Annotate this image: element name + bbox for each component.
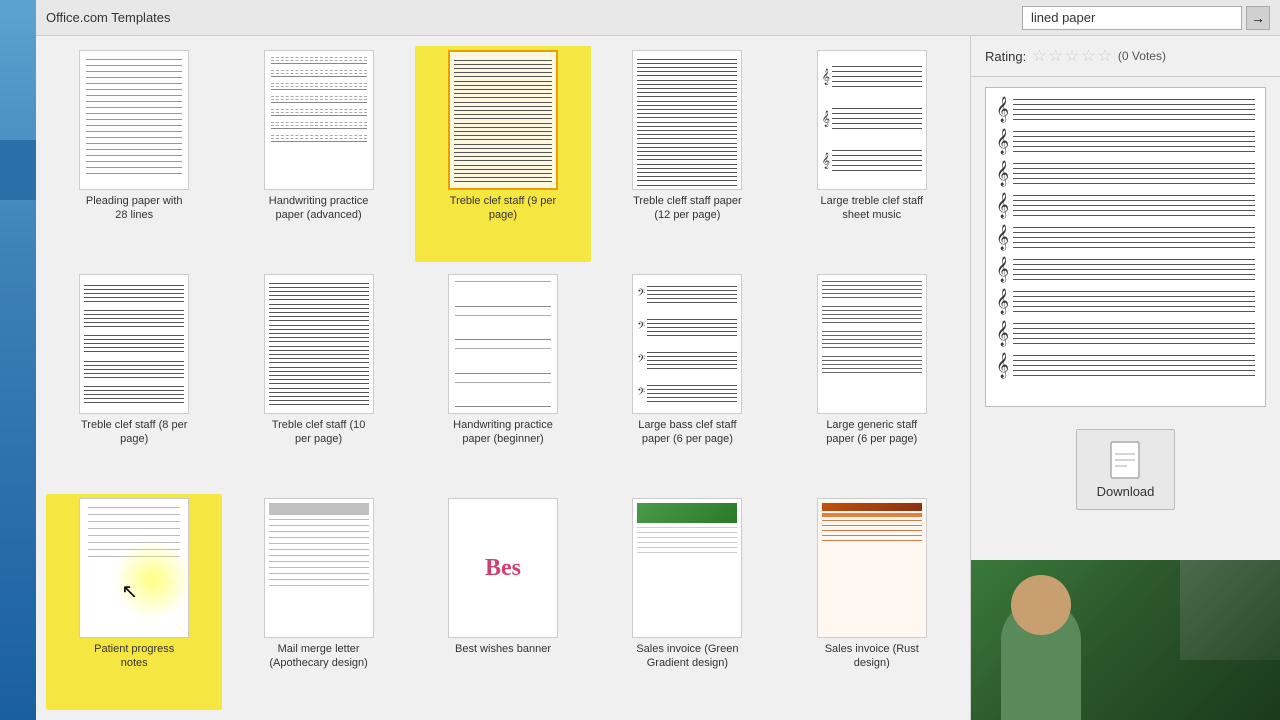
rating-section: Rating: ☆ ☆ ☆ ☆ ☆ (0 Votes) bbox=[971, 36, 1280, 77]
template-thumb-pleading bbox=[79, 50, 189, 190]
template-label-pleading: Pleading paper with 28 lines bbox=[79, 194, 189, 223]
staff-group-9: 𝄞 bbox=[996, 354, 1255, 376]
left-sidebar bbox=[0, 0, 36, 720]
staff-group-1: 𝄞 bbox=[996, 98, 1255, 120]
download-label: Download bbox=[1097, 484, 1155, 499]
clef-symbol-9: 𝄞 bbox=[996, 354, 1009, 376]
template-preview-box: 𝄞 𝄞 𝄞 bbox=[985, 87, 1266, 407]
video-section bbox=[971, 560, 1280, 720]
right-panel: Rating: ☆ ☆ ☆ ☆ ☆ (0 Votes) 𝄞 bbox=[970, 36, 1280, 720]
template-label-handwriting-adv: Handwriting practice paper (advanced) bbox=[264, 194, 374, 223]
template-thumb-hw-beginner bbox=[448, 274, 558, 414]
staff-group-4: 𝄞 bbox=[996, 194, 1255, 216]
header-bar: Office.com Templates → bbox=[36, 0, 1280, 36]
template-item-large-treble[interactable]: 𝄞 𝄞 𝄞 bbox=[784, 46, 960, 262]
template-thumb-invoice-rust bbox=[817, 498, 927, 638]
download-section: Download bbox=[971, 417, 1280, 522]
video-placeholder bbox=[971, 560, 1280, 720]
template-thumb-banner: Bes bbox=[448, 498, 558, 638]
star-5: ☆ bbox=[1098, 46, 1112, 66]
template-item-mail[interactable]: Mail merge letter (Apothecary design) bbox=[230, 494, 406, 710]
template-label-treble-12: Treble cleff staff paper (12 per page) bbox=[632, 194, 742, 223]
template-thumb-patient: ↖ bbox=[79, 498, 189, 638]
clef-symbol-7: 𝄞 bbox=[996, 290, 1009, 312]
template-thumb-bass-6: 𝄢 𝄢 𝄢 bbox=[632, 274, 742, 414]
template-item-invoice-green[interactable]: Sales invoice (Green Gradient design) bbox=[599, 494, 775, 710]
clef-symbol-4: 𝄞 bbox=[996, 194, 1009, 216]
staff-group-6: 𝄞 bbox=[996, 258, 1255, 280]
template-item-treble-10[interactable]: Treble clef staff (10 per page) bbox=[230, 270, 406, 486]
search-input[interactable] bbox=[1022, 6, 1242, 30]
template-label-generic-6: Large generic staff paper (6 per page) bbox=[817, 418, 927, 447]
votes-count: (0 Votes) bbox=[1118, 49, 1166, 63]
template-item-bass-6[interactable]: 𝄢 𝄢 𝄢 bbox=[599, 270, 775, 486]
template-label-bass-6: Large bass clef staff paper (6 per page) bbox=[632, 418, 742, 447]
main-content: Office.com Templates → bbox=[36, 0, 1280, 720]
template-thumb-large-treble: 𝄞 𝄞 𝄞 bbox=[817, 50, 927, 190]
clef-symbol-8: 𝄞 bbox=[996, 322, 1009, 344]
rating-label: Rating: bbox=[985, 49, 1026, 64]
template-label-hw-beginner: Handwriting practice paper (beginner) bbox=[448, 418, 558, 447]
star-1: ☆ bbox=[1032, 46, 1046, 66]
staff-group-8: 𝄞 bbox=[996, 322, 1255, 344]
template-item-handwriting-adv[interactable]: Handwriting practice paper (advanced) bbox=[230, 46, 406, 262]
template-item-treble-12[interactable]: Treble cleff staff paper (12 per page) bbox=[599, 46, 775, 262]
template-thumb-treble-9 bbox=[448, 50, 558, 190]
template-label-banner: Best wishes banner bbox=[455, 642, 551, 656]
template-item-banner[interactable]: Bes Best wishes banner bbox=[415, 494, 591, 710]
template-thumb-invoice-green bbox=[632, 498, 742, 638]
template-thumb-treble-12 bbox=[632, 50, 742, 190]
template-label-treble-9: Treble clef staff (9 per page) bbox=[448, 194, 558, 223]
staff-group-7: 𝄞 bbox=[996, 290, 1255, 312]
clef-symbol-3: 𝄞 bbox=[996, 162, 1009, 184]
search-box: → bbox=[1022, 6, 1270, 30]
download-button[interactable]: Download bbox=[1076, 429, 1176, 510]
template-area: Pleading paper with 28 lines Handwriting… bbox=[36, 36, 1280, 720]
panel-title: Office.com Templates bbox=[46, 10, 171, 25]
stars-display: ☆ ☆ ☆ ☆ ☆ bbox=[1032, 46, 1112, 66]
staff-group-2: 𝄞 bbox=[996, 130, 1255, 152]
template-label-invoice-rust: Sales invoice (Rust design) bbox=[817, 642, 927, 671]
staff-group-3: 𝄞 bbox=[996, 162, 1255, 184]
template-item-invoice-rust[interactable]: Sales invoice (Rust design) bbox=[784, 494, 960, 710]
template-item-pleading[interactable]: Pleading paper with 28 lines bbox=[46, 46, 222, 262]
clef-symbol-6: 𝄞 bbox=[996, 258, 1009, 280]
template-thumb-treble-10 bbox=[264, 274, 374, 414]
template-item-hw-beginner[interactable]: Handwriting practice paper (beginner) bbox=[415, 270, 591, 486]
template-label-treble-8: Treble clef staff (8 per page) bbox=[79, 418, 189, 447]
template-label-large-treble: Large treble clef staff sheet music bbox=[817, 194, 927, 223]
search-button[interactable]: → bbox=[1246, 6, 1270, 30]
template-thumb-mail bbox=[264, 498, 374, 638]
star-3: ☆ bbox=[1065, 46, 1079, 66]
template-item-generic-6[interactable]: Large generic staff paper (6 per page) bbox=[784, 270, 960, 486]
template-label-invoice-green: Sales invoice (Green Gradient design) bbox=[632, 642, 742, 671]
template-item-treble-8[interactable]: Treble clef staff (8 per page) bbox=[46, 270, 222, 486]
template-grid: Pleading paper with 28 lines Handwriting… bbox=[36, 36, 970, 720]
template-label-mail: Mail merge letter (Apothecary design) bbox=[264, 642, 374, 671]
template-label-treble-10: Treble clef staff (10 per page) bbox=[264, 418, 374, 447]
star-2: ☆ bbox=[1049, 46, 1063, 66]
template-label-patient: Patient progress notes bbox=[79, 642, 189, 671]
template-item-treble-9[interactable]: Treble clef staff (9 per page) bbox=[415, 46, 591, 262]
banner-preview-text: Bes bbox=[485, 555, 521, 582]
template-thumb-treble-8 bbox=[79, 274, 189, 414]
template-thumb-generic-6 bbox=[817, 274, 927, 414]
star-4: ☆ bbox=[1081, 46, 1095, 66]
clef-symbol-5: 𝄞 bbox=[996, 226, 1009, 248]
clef-symbol-1: 𝄞 bbox=[996, 98, 1009, 120]
staff-group-5: 𝄞 bbox=[996, 226, 1255, 248]
download-icon bbox=[1107, 440, 1143, 480]
sidebar-accent-bar bbox=[0, 140, 36, 200]
template-thumb-handwriting-adv bbox=[264, 50, 374, 190]
template-item-patient[interactable]: ↖ Patient progress notes bbox=[46, 494, 222, 710]
clef-symbol-2: 𝄞 bbox=[996, 130, 1009, 152]
